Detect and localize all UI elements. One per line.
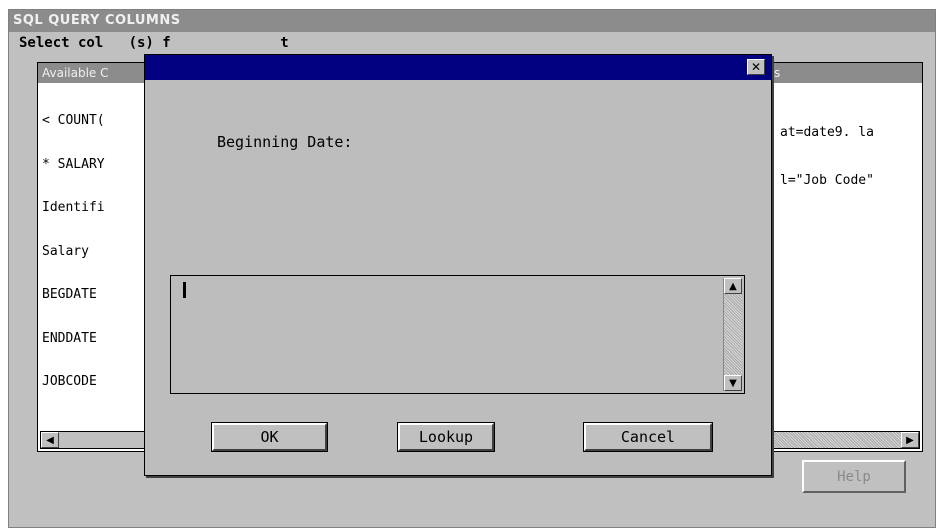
list-item[interactable]: at=date9. la <box>780 125 920 141</box>
close-icon[interactable]: ✕ <box>747 59 765 75</box>
beginning-date-input[interactable]: ▲ ▼ <box>170 275 745 394</box>
scroll-right-icon[interactable]: ▶ <box>901 432 919 448</box>
list-item[interactable]: l="Job Code" <box>780 173 920 189</box>
scroll-down-icon[interactable]: ▼ <box>724 375 742 391</box>
beginning-date-label: Beginning Date: <box>217 133 353 151</box>
selected-horizontal-scrollbar[interactable]: ▶ <box>772 431 920 449</box>
dialog-titlebar: ✕ <box>145 55 771 80</box>
text-cursor <box>183 282 186 298</box>
selected-columns-list[interactable]: at=date9. la l="Job Code" <box>780 93 920 221</box>
beginning-date-dialog: ✕ Beginning Date: ▲ ▼ OK Lookup Cancel <box>144 54 772 476</box>
cancel-button[interactable]: Cancel <box>583 422 713 452</box>
lookup-button[interactable]: Lookup <box>397 422 495 452</box>
window-title: SQL QUERY COLUMNS <box>9 10 935 32</box>
help-button[interactable]: Help <box>802 460 906 493</box>
select-columns-prompt: Select col (s) f t <box>19 35 289 51</box>
input-vertical-scrollbar[interactable]: ▲ ▼ <box>723 278 742 391</box>
scroll-left-icon[interactable]: ◀ <box>41 432 59 448</box>
selected-columns-header: s <box>770 63 922 83</box>
scroll-up-icon[interactable]: ▲ <box>724 278 742 294</box>
ok-button[interactable]: OK <box>211 422 328 452</box>
selected-columns-panel: s at=date9. la l="Job Code" ▶ <box>769 62 923 452</box>
